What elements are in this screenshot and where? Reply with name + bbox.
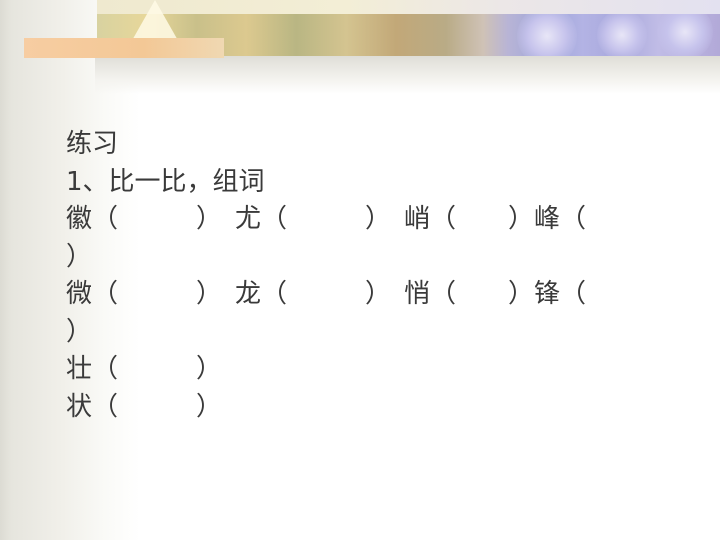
orange-accent-strip bbox=[24, 38, 224, 58]
banner-top-strip bbox=[97, 0, 720, 14]
exercise-text: 练习 1、比一比，组词 徽（ ） 尤（ ） 峭（ ）峰（ ） 微（ ） 龙（ ）… bbox=[66, 126, 706, 426]
flower-decoration bbox=[657, 14, 713, 56]
exercise-row-3: 壮（ ） bbox=[66, 354, 223, 384]
exercise-row-1: 徽（ ） 尤（ ） 峭（ ）峰（ bbox=[66, 204, 587, 234]
exercise-row-2: 微（ ） 龙（ ） 悄（ ）锋（ bbox=[66, 279, 587, 309]
exercise-row-2-wrap: ） bbox=[66, 316, 93, 347]
exercise-row-1-wrap: ） bbox=[66, 241, 93, 272]
flower-decoration bbox=[517, 14, 577, 56]
exercise-heading: 练习 bbox=[66, 129, 119, 159]
exercise-instruction: 1、比一比，组词 bbox=[66, 166, 265, 197]
flower-decoration bbox=[597, 14, 647, 56]
exercise-row-4: 状（ ） bbox=[66, 391, 223, 422]
